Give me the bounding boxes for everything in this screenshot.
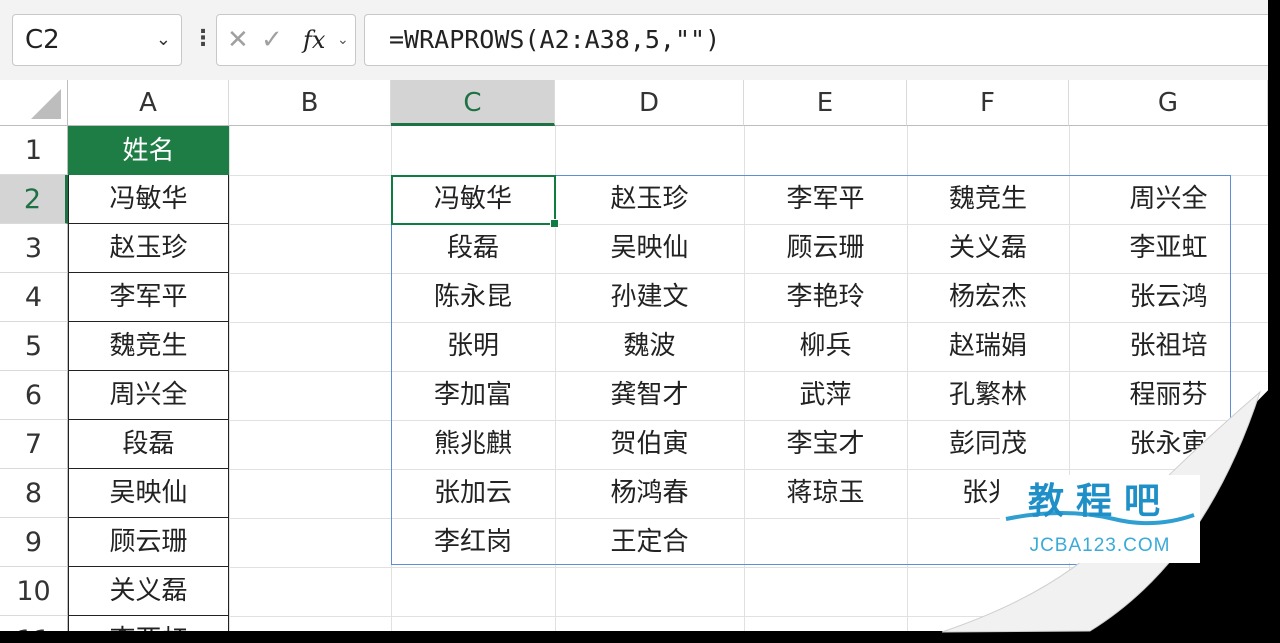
watermark-url: JCBA123.COM (1029, 535, 1171, 556)
cell-e6[interactable]: 武萍 (744, 371, 907, 420)
gridline-vertical (229, 126, 230, 631)
cell-f5[interactable]: 赵瑞娟 (907, 322, 1069, 371)
row-header-5[interactable]: 5 (0, 322, 68, 371)
cell-a8[interactable]: 吴映仙 (68, 469, 229, 518)
cell-e7[interactable]: 李宝才 (744, 420, 907, 469)
cell-c7[interactable]: 熊兆麒 (391, 420, 555, 469)
cell-c8[interactable]: 张加云 (391, 469, 555, 518)
watermark: 教程吧 JCBA123.COM (1000, 475, 1200, 563)
row-header-11[interactable]: 11 (0, 616, 68, 631)
cell-c2[interactable]: 冯敏华 (391, 175, 555, 224)
column-header-g[interactable]: G (1069, 80, 1268, 126)
cell-a2[interactable]: 冯敏华 (68, 175, 229, 224)
cell-e3[interactable]: 顾云珊 (744, 224, 907, 273)
cell-f2[interactable]: 魏竞生 (907, 175, 1069, 224)
insert-function-icon[interactable]: fx (303, 15, 325, 65)
check-icon[interactable]: ✓ (261, 15, 283, 65)
cell-a9[interactable]: 顾云珊 (68, 518, 229, 567)
row-header-8[interactable]: 8 (0, 469, 68, 518)
formula-controls: ✕ ✓ fx ⌄ (216, 14, 356, 66)
cell-g3[interactable]: 李亚虹 (1069, 224, 1268, 273)
row-header-1[interactable]: 1 (0, 126, 68, 175)
cell-e4[interactable]: 李艳玲 (744, 273, 907, 322)
more-options-icon[interactable]: ⋮ (192, 24, 214, 54)
cell-e5[interactable]: 柳兵 (744, 322, 907, 371)
cell-c5[interactable]: 张明 (391, 322, 555, 371)
cell-a4[interactable]: 李军平 (68, 273, 229, 322)
gridline-horizontal (68, 567, 1268, 568)
row-header-10[interactable]: 10 (0, 567, 68, 616)
select-all-button[interactable] (0, 80, 68, 126)
row-header-3[interactable]: 3 (0, 224, 68, 273)
name-box-value: C2 (25, 25, 60, 55)
column-header-b[interactable]: B (229, 80, 391, 126)
column-header-d[interactable]: D (555, 80, 744, 126)
cell-d2[interactable]: 赵玉珍 (555, 175, 744, 224)
watermark-logo-text: 教程吧 (1028, 481, 1172, 522)
cell-f3[interactable]: 关义磊 (907, 224, 1069, 273)
cell-c3[interactable]: 段磊 (391, 224, 555, 273)
cell-d7[interactable]: 贺伯寅 (555, 420, 744, 469)
column-header-f[interactable]: F (907, 80, 1069, 126)
cell-c9[interactable]: 李红岗 (391, 518, 555, 567)
chevron-down-icon[interactable]: ⌄ (337, 15, 349, 65)
cell-c6[interactable]: 李加富 (391, 371, 555, 420)
cell-g5[interactable]: 张祖培 (1069, 322, 1268, 371)
row-header-4[interactable]: 4 (0, 273, 68, 322)
cell-f4[interactable]: 杨宏杰 (907, 273, 1069, 322)
formula-text: =WRAPROWS(A2:A38,5,"") (389, 25, 721, 54)
cell-d8[interactable]: 杨鸿春 (555, 469, 744, 518)
cell-g4[interactable]: 张云鸿 (1069, 273, 1268, 322)
name-box[interactable]: C2 ⌄ (12, 14, 182, 66)
formula-input[interactable]: =WRAPROWS(A2:A38,5,"") (364, 14, 1268, 66)
cell-a7[interactable]: 段磊 (68, 420, 229, 469)
cell-f7[interactable]: 彭同茂 (907, 420, 1069, 469)
column-header-a[interactable]: A (68, 80, 229, 126)
cell-e8[interactable]: 蒋琼玉 (744, 469, 907, 518)
cell-e2[interactable]: 李军平 (744, 175, 907, 224)
cell-g6[interactable]: 程丽芬 (1069, 371, 1268, 420)
row-header-7[interactable]: 7 (0, 420, 68, 469)
cell-a10[interactable]: 关义磊 (68, 567, 229, 616)
row-header-2[interactable]: 2 (0, 175, 68, 224)
cell-a3[interactable]: 赵玉珍 (68, 224, 229, 273)
formula-bar: C2 ⌄ ⋮ ✕ ✓ fx ⌄ =WRAPROWS(A2:A38,5,"") (0, 0, 1268, 81)
cell-a1[interactable]: 姓名 (68, 126, 229, 175)
cell-d4[interactable]: 孙建文 (555, 273, 744, 322)
column-header-e[interactable]: E (744, 80, 907, 126)
cell-a11[interactable]: 李亚虹 (68, 616, 229, 631)
cell-d6[interactable]: 龚智才 (555, 371, 744, 420)
cancel-icon[interactable]: ✕ (227, 15, 249, 65)
cell-d5[interactable]: 魏波 (555, 322, 744, 371)
cell-f6[interactable]: 孔繁林 (907, 371, 1069, 420)
row-header-9[interactable]: 9 (0, 518, 68, 567)
cell-g7[interactable]: 张永寅 (1069, 420, 1268, 469)
cell-a6[interactable]: 周兴全 (68, 371, 229, 420)
row-header-6[interactable]: 6 (0, 371, 68, 420)
chevron-down-icon[interactable]: ⌄ (156, 15, 171, 65)
gridline-horizontal (68, 616, 1268, 617)
watermark-logo: 教程吧 (1005, 481, 1195, 526)
cell-a5[interactable]: 魏竞生 (68, 322, 229, 371)
column-header-c[interactable]: C (391, 80, 555, 126)
cell-e9[interactable] (744, 518, 907, 567)
cell-g2[interactable]: 周兴全 (1069, 175, 1268, 224)
cell-d9[interactable]: 王定合 (555, 518, 744, 567)
cell-c4[interactable]: 陈永昆 (391, 273, 555, 322)
cell-d3[interactable]: 吴映仙 (555, 224, 744, 273)
